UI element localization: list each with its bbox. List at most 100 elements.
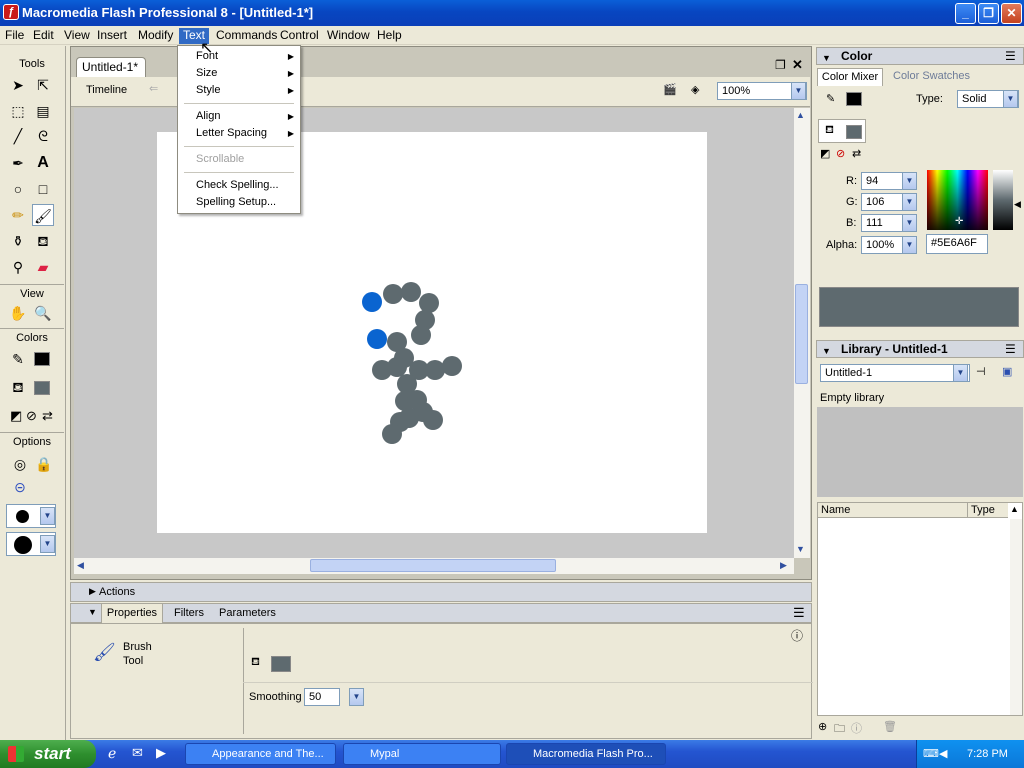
brush-tool-icon[interactable]: 🖌 [32, 204, 54, 226]
menu-file[interactable]: File [1, 28, 28, 44]
ink-bottle-tool-icon[interactable]: ⚱ [7, 230, 29, 252]
paint-bucket-tool-icon[interactable]: ⛾ [32, 230, 54, 252]
tab-color-swatches[interactable]: Color Swatches [893, 70, 970, 82]
menu-item-size[interactable]: Size [196, 67, 217, 79]
menu-modify[interactable]: Modify [134, 28, 177, 44]
panel-options-icon[interactable]: ☰ [1005, 48, 1016, 64]
selection-tool-icon[interactable]: ➤ [7, 74, 29, 96]
new-folder-icon[interactable]: 🗀 [834, 720, 845, 739]
no-color-icon[interactable]: ⊘ [26, 408, 37, 424]
library-doc-select[interactable]: Untitled-1 [820, 364, 970, 382]
tab-properties[interactable]: Properties [101, 604, 163, 623]
no-color-icon[interactable]: ⊘ [836, 146, 845, 162]
scroll-thumb[interactable] [310, 559, 556, 572]
swap-colors-icon[interactable]: ⇄ [852, 146, 861, 162]
black-white-icon[interactable]: ◩ [820, 146, 830, 162]
document-tab[interactable]: Untitled-1* [76, 57, 146, 77]
close-button[interactable]: ✕ [1001, 3, 1022, 24]
horizontal-scrollbar[interactable]: ◀ ▶ [74, 558, 794, 574]
pen-tool-icon[interactable]: ✒ [7, 152, 29, 174]
menu-edit[interactable]: Edit [29, 28, 58, 44]
maximize-button[interactable]: ❐ [978, 3, 999, 24]
scroll-down-icon[interactable]: ▼ [796, 544, 805, 554]
menu-item-style[interactable]: Style [196, 84, 220, 96]
delete-icon[interactable]: 🗑 [883, 720, 897, 733]
back-arrow-icon[interactable]: ⇐ [149, 82, 158, 95]
color-panel-header[interactable]: ▼ Color ☰ [816, 47, 1024, 65]
restore-doc-icon[interactable]: ❐ [775, 58, 786, 72]
brush-shape-select[interactable]: ▼ [6, 532, 56, 556]
library-panel-header[interactable]: ▼ Library - Untitled-1 ☰ [816, 340, 1024, 358]
new-library-icon[interactable]: ▣ [1002, 365, 1012, 378]
vertical-scrollbar[interactable]: ▲ ▼ [794, 108, 810, 558]
menu-window[interactable]: Window [323, 28, 374, 44]
fill-color-swatch[interactable] [271, 656, 291, 672]
chevron-down-icon[interactable]: ▼ [349, 688, 364, 706]
r-input[interactable]: 94 [861, 172, 903, 190]
scroll-right-icon[interactable]: ▶ [780, 560, 787, 571]
tab-color-mixer[interactable]: Color Mixer [817, 68, 883, 86]
black-white-icon[interactable]: ◩ [10, 408, 22, 424]
chevron-down-icon[interactable]: ▼ [902, 172, 917, 190]
color-spectrum[interactable]: ✛ [927, 170, 988, 230]
subselection-tool-icon[interactable]: ⇱ [32, 74, 54, 96]
scroll-left-icon[interactable]: ◀ [77, 560, 84, 571]
menu-commands[interactable]: Commands [212, 28, 281, 44]
zoom-tool-icon[interactable]: 🔍 [32, 302, 54, 324]
stroke-color-swatch[interactable] [846, 92, 862, 106]
stroke-color-swatch[interactable] [34, 352, 50, 366]
hand-tool-icon[interactable]: ✋ [7, 302, 29, 324]
media-player-icon[interactable]: ▶ [156, 745, 166, 761]
properties-icon[interactable]: ⓘ [851, 720, 862, 736]
eyedropper-tool-icon[interactable]: ⚲ [7, 256, 29, 278]
brightness-arrow-icon[interactable]: ◀ [1014, 199, 1021, 210]
sort-icon[interactable]: ▲ [1010, 504, 1019, 514]
swap-colors-icon[interactable]: ⇄ [42, 408, 53, 424]
fill-selector[interactable]: ⛾ [818, 119, 866, 143]
scroll-thumb[interactable] [795, 284, 808, 384]
chevron-down-icon[interactable]: ▼ [902, 236, 917, 254]
library-scrollbar[interactable] [1010, 519, 1022, 715]
task-mypal[interactable]: Mypal [343, 743, 501, 765]
menu-control[interactable]: Control [276, 28, 323, 44]
edit-scene-icon[interactable]: 🎬 [663, 83, 677, 96]
alpha-input[interactable]: 100% [861, 236, 903, 254]
task-flash[interactable]: Macromedia Flash Pro... [506, 743, 666, 765]
text-tool-icon[interactable]: A [32, 152, 54, 174]
column-name[interactable]: Name [818, 503, 968, 518]
hex-input[interactable]: #5E6A6F [926, 234, 988, 254]
panel-options-icon[interactable]: ☰ [1005, 341, 1016, 357]
start-button[interactable]: start [0, 740, 96, 768]
menu-item-spelling-setup[interactable]: Spelling Setup... [196, 196, 276, 208]
scroll-up-icon[interactable]: ▲ [796, 110, 805, 120]
edit-symbol-icon[interactable]: ◈ [691, 83, 699, 96]
line-tool-icon[interactable]: ╱ [7, 125, 29, 147]
actions-panel-header[interactable]: ▶ Actions [70, 582, 812, 602]
help-icon[interactable]: ⓘ [791, 627, 803, 644]
column-type[interactable]: Type [968, 503, 1008, 518]
volume-icon[interactable]: ◀ [939, 740, 947, 768]
panel-options-icon[interactable]: ☰ [793, 605, 805, 621]
menu-view[interactable]: View [60, 28, 94, 44]
gradient-transform-tool-icon[interactable]: ▤ [32, 100, 54, 122]
library-list[interactable]: Name Type ▲ [817, 502, 1023, 716]
menu-item-align[interactable]: Align [196, 110, 220, 122]
free-transform-tool-icon[interactable]: ⬚ [7, 100, 29, 122]
pin-library-icon[interactable]: ⊣ [976, 365, 986, 378]
brush-size-select[interactable]: ▼ [6, 504, 56, 528]
chevron-down-icon[interactable]: ▼ [902, 214, 917, 232]
task-appearance[interactable]: Appearance and The... [185, 743, 336, 765]
keyboard-icon[interactable]: ⌨ [923, 740, 939, 768]
brightness-slider[interactable] [993, 170, 1013, 230]
ie-icon[interactable]: ℯ [108, 745, 116, 762]
close-doc-icon[interactable]: ✕ [792, 57, 803, 73]
oval-tool-icon[interactable]: ○ [7, 178, 29, 200]
pressure-icon[interactable]: ⊝ [9, 476, 31, 498]
fill-color-swatch[interactable] [34, 381, 50, 395]
minimize-button[interactable]: _ [955, 3, 976, 24]
tab-parameters[interactable]: Parameters [219, 607, 276, 619]
stroke-color-icon[interactable]: ✎ [7, 348, 29, 370]
chevron-down-icon[interactable]: ▼ [902, 193, 917, 211]
timeline-label[interactable]: Timeline [86, 84, 127, 96]
lasso-tool-icon[interactable]: ᘓ [32, 125, 54, 147]
